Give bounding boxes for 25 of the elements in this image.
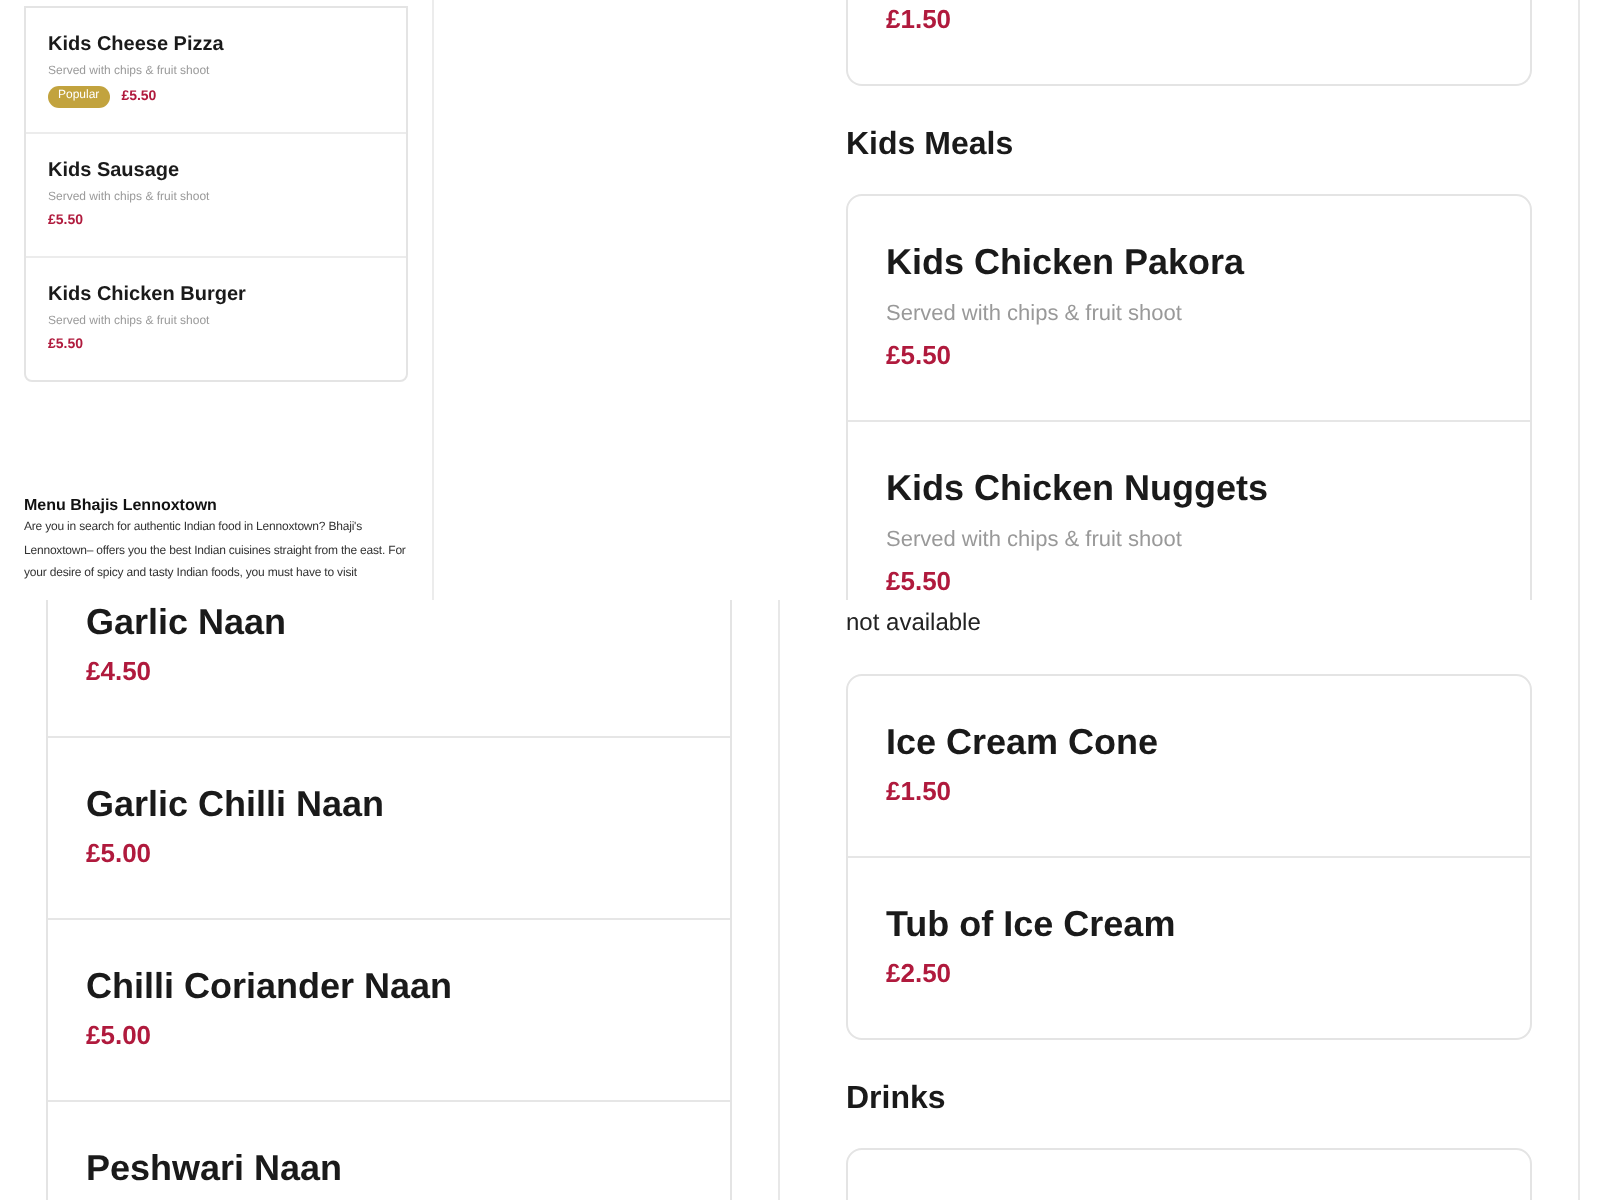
item-name: Kids Sausage — [48, 158, 182, 184]
item-price: £4.50 — [86, 656, 154, 688]
item-name: Kids Chicken Pakora — [886, 240, 1247, 284]
item-name: Tub of Ice Cream — [886, 902, 1178, 946]
item-name: Kids Chicken Burger — [48, 282, 248, 308]
item-description: Served with chips & fruit shoot — [886, 300, 1184, 328]
item-name: Ice Cream Cone — [886, 720, 1161, 764]
item-price: £5.00 — [86, 1020, 154, 1052]
section-heading: Kids Meals — [846, 126, 1016, 166]
item-name: Kids Chicken Nuggets — [886, 466, 1271, 510]
item-price: £1.50 — [886, 4, 954, 36]
about-title: Menu Bhajis Lennoxtown — [24, 494, 219, 516]
item-price: £2.50 — [886, 958, 954, 990]
item-price: £1.50 — [886, 776, 954, 808]
item-description: Served with chips & fruit shoot — [886, 526, 1184, 554]
item-name: Peshwari Naan — [86, 1146, 345, 1190]
availability-note: not available — [846, 608, 983, 638]
item-price: £5.00 — [86, 838, 154, 870]
item-price: £5.50 — [886, 566, 954, 598]
item-price: £5.50 — [886, 340, 954, 372]
item-name: Chilli Coriander Naan — [86, 964, 455, 1008]
item-name: Garlic Chilli Naan — [86, 782, 387, 826]
item-name: Garlic Naan — [86, 600, 289, 644]
item-name: Kids Cheese Pizza — [48, 32, 226, 58]
section-heading: Drinks — [846, 1080, 948, 1120]
